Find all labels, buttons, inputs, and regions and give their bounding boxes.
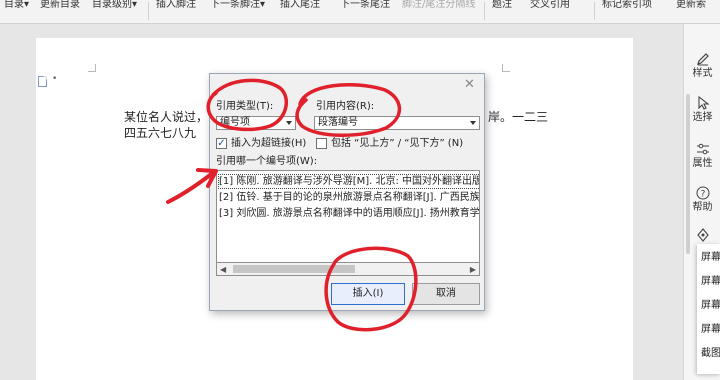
- chevron-down-icon: [286, 121, 292, 125]
- numbered-items-list[interactable]: [1] 陈刚. 旅游翻译与涉外导游[M]. 北京: 中国对外翻译出版 [2] 伍…: [216, 170, 480, 276]
- ribbon-divider: [484, 2, 485, 20]
- reference-type-value: 编号项: [220, 117, 250, 128]
- ribbon-divider: [594, 2, 595, 20]
- list-item[interactable]: [3] 刘欣圆. 旅游景点名称翻译中的语用顺应[J]. 扬州教育学: [219, 207, 479, 220]
- insert-endnote-button[interactable]: 插入尾注: [280, 0, 320, 10]
- ribbon-divider: [148, 2, 149, 20]
- pen-icon: [696, 53, 709, 66]
- reference-type-label: 引用类型(T):: [216, 101, 274, 112]
- hyperlink-checkbox[interactable]: ✓: [216, 138, 227, 149]
- scroll-left-icon[interactable]: ◀: [220, 265, 226, 275]
- cancel-button[interactable]: 取消: [412, 283, 480, 305]
- svg-text:?: ?: [700, 190, 705, 200]
- reference-content-label: 引用内容(R):: [316, 101, 375, 112]
- scroll-thumb[interactable]: [233, 265, 355, 273]
- reference-content-select[interactable]: 段落编号: [314, 116, 480, 130]
- close-icon[interactable]: ✕: [464, 78, 475, 91]
- include-above-below-checkbox[interactable]: [316, 138, 327, 149]
- panel-style-button[interactable]: 样式: [684, 52, 720, 80]
- cross-reference-button[interactable]: 交叉引用: [530, 0, 570, 10]
- note-separator-button[interactable]: 脚注/尾注分隔线: [402, 0, 475, 10]
- reference-content-value: 段落编号: [318, 117, 358, 128]
- cursor-icon: [697, 96, 710, 110]
- toc-level-dropdown[interactable]: 目录级别▾: [92, 0, 137, 10]
- update-toc-button[interactable]: 更新目录: [40, 0, 80, 10]
- diamond-icon: [696, 228, 709, 242]
- menu-item-screen-1[interactable]: 屏幕: [701, 252, 720, 264]
- caption-button[interactable]: 题注: [492, 0, 512, 10]
- toc-dropdown[interactable]: 目录▾: [4, 0, 29, 10]
- ribbon-toolbar: 目录▾ 更新目录 目录级别▾ 插入脚注 下一条脚注▾ 插入尾注 下一条尾注 脚注…: [0, 0, 720, 24]
- panel-select-label: 选择: [692, 112, 713, 123]
- next-footnote-button[interactable]: 下一条脚注▾: [210, 0, 265, 10]
- help-icon: ?: [696, 186, 709, 200]
- reference-type-select[interactable]: 编号项: [216, 116, 296, 130]
- hyperlink-label: 插入为超链接(H): [231, 138, 307, 149]
- screenshot-context-menu: 屏幕 屏幕 屏幕 屏幕 截图: [697, 244, 720, 374]
- document-text-line2: 四五六七八九: [124, 126, 197, 140]
- panel-select-button[interactable]: 选择: [684, 96, 720, 124]
- panel-extra-button[interactable]: [684, 228, 720, 242]
- panel-help-button[interactable]: ? 帮助: [684, 186, 720, 214]
- crop-mark-left: [88, 64, 96, 72]
- mark-index-button[interactable]: 标记索引项: [602, 0, 652, 10]
- panel-properties-label: 属性: [692, 158, 713, 169]
- panel-style-label: 样式: [692, 68, 713, 79]
- document-text-line1-left: 某位名人说过，: [124, 110, 209, 124]
- list-item[interactable]: [2] 伍铃. 基于目的论的泉州旅游景点名称翻译[J]. 广西民族: [219, 191, 479, 204]
- sliders-icon: [696, 143, 709, 155]
- scroll-right-icon[interactable]: ▶: [470, 265, 476, 275]
- panel-help-label: 帮助: [692, 202, 713, 213]
- menu-item-screen-3[interactable]: 屏幕: [701, 300, 720, 312]
- panel-properties-button[interactable]: 属性: [684, 142, 720, 170]
- insert-button[interactable]: 插入(I): [331, 283, 405, 305]
- horizontal-scrollbar[interactable]: ◀ ▶: [216, 262, 480, 276]
- document-text-line1-right: 岸。一二三: [488, 110, 549, 124]
- crop-mark-right: [502, 64, 510, 72]
- paragraph-doc-icon: [38, 76, 47, 87]
- menu-item-screen-2[interactable]: 屏幕: [701, 276, 720, 288]
- include-above-below-label: 包括 “见上方” / “见下方” (N): [331, 138, 464, 149]
- menu-item-screen-4[interactable]: 屏幕: [701, 324, 720, 336]
- bullet-dot: •: [52, 74, 58, 84]
- which-item-label: 引用哪一个编号项(W):: [216, 156, 318, 167]
- list-item[interactable]: [1] 陈刚. 旅游翻译与涉外导游[M]. 北京: 中国对外翻译出版: [217, 174, 479, 189]
- menu-item-screenshot[interactable]: 截图: [701, 348, 720, 360]
- next-endnote-button[interactable]: 下一条尾注: [340, 0, 390, 10]
- chevron-down-icon: [470, 121, 476, 125]
- insert-footnote-button[interactable]: 插入脚注: [156, 0, 196, 10]
- update-index-button[interactable]: 更新索: [676, 0, 706, 10]
